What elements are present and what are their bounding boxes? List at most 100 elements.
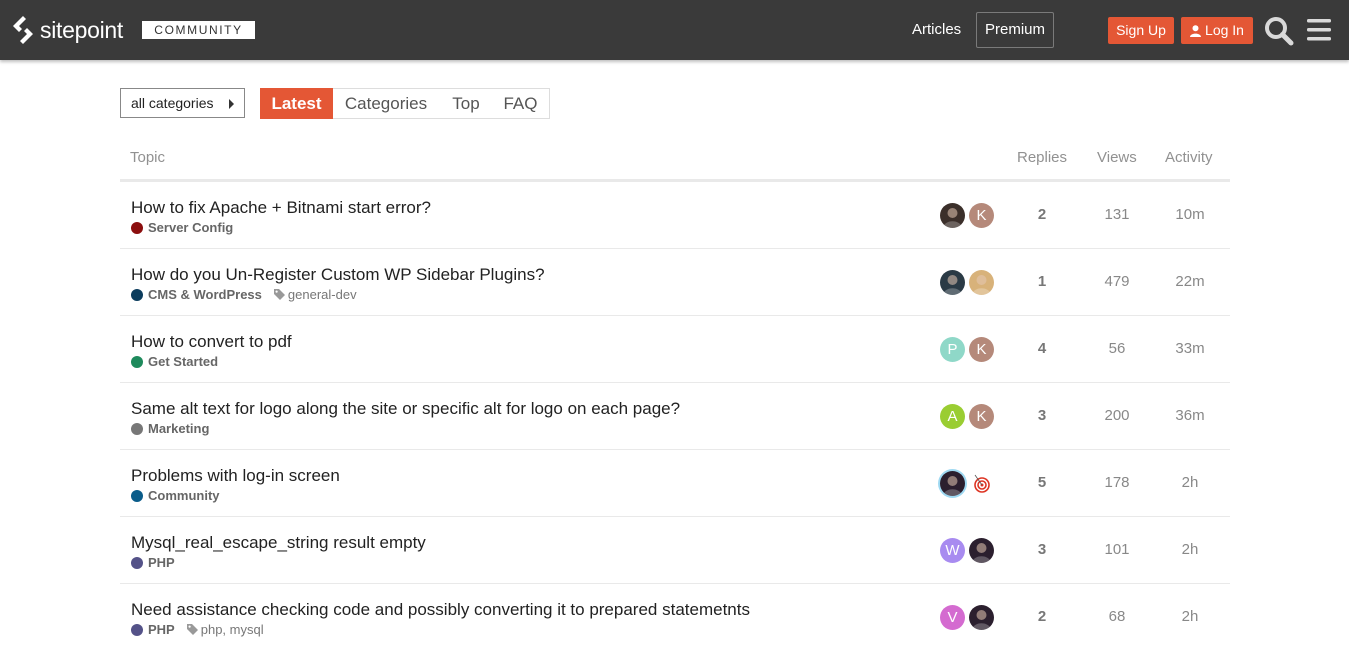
search-icon[interactable] bbox=[1264, 16, 1294, 46]
activity-time[interactable]: 36m bbox=[1160, 407, 1220, 424]
replies-count: 3 bbox=[1037, 541, 1047, 558]
poster-avatar[interactable]: W bbox=[940, 538, 965, 563]
avatar-letter: P bbox=[947, 341, 958, 358]
avatar-letter: W bbox=[945, 542, 960, 559]
views-count: 68 bbox=[1108, 608, 1126, 625]
tag-icon bbox=[186, 624, 198, 635]
photo-avatar-icon bbox=[943, 208, 962, 228]
topic-row[interactable]: Same alt text for logo along the site or… bbox=[120, 383, 1230, 450]
target-avatar-icon bbox=[974, 474, 990, 493]
topic-title-link[interactable]: Need assistance checking code and possib… bbox=[131, 600, 750, 620]
topic-row[interactable]: Need assistance checking code and possib… bbox=[120, 584, 1230, 649]
tag-icon bbox=[273, 289, 285, 300]
category-badge[interactable]: Server Config bbox=[148, 220, 233, 235]
topic-meta: Community bbox=[131, 488, 220, 503]
tab-categories[interactable]: Categories bbox=[333, 88, 439, 119]
topic-row[interactable]: Mysql_real_escape_string result empty PHP… bbox=[120, 517, 1230, 584]
activity-time[interactable]: 2h bbox=[1160, 608, 1220, 625]
poster-avatar[interactable]: K bbox=[969, 337, 994, 362]
activity-time[interactable]: 22m bbox=[1160, 273, 1220, 290]
poster-avatar[interactable] bbox=[969, 270, 994, 295]
sitepoint-logo-icon bbox=[13, 16, 33, 44]
topic-tags-label: general-dev bbox=[287, 287, 357, 302]
poster-avatar[interactable]: K bbox=[969, 404, 994, 429]
photo-avatar-icon bbox=[943, 275, 962, 295]
log-in-label: Log In bbox=[1205, 22, 1244, 38]
column-header-views[interactable]: Views bbox=[1097, 149, 1137, 166]
category-badge[interactable]: PHP bbox=[148, 555, 175, 570]
category-badge[interactable]: Community bbox=[148, 488, 220, 503]
views-count: 101 bbox=[1104, 541, 1130, 558]
topic-meta: PHP bbox=[131, 555, 175, 570]
category-dropdown[interactable]: all categories bbox=[120, 88, 245, 118]
hamburger-menu-icon[interactable] bbox=[1307, 18, 1331, 42]
topic-row[interactable]: How to fix Apache + Bitnami start error?… bbox=[120, 182, 1230, 249]
tab-top[interactable]: Top bbox=[439, 88, 493, 119]
photo-avatar-icon bbox=[972, 275, 991, 295]
topic-title-link[interactable]: Mysql_real_escape_string result empty bbox=[131, 533, 426, 553]
views-count: 200 bbox=[1104, 407, 1130, 424]
poster-avatar[interactable]: A bbox=[940, 404, 965, 429]
activity-time[interactable]: 33m bbox=[1160, 340, 1220, 357]
articles-link[interactable]: Articles bbox=[912, 21, 961, 38]
avatar-letter: K bbox=[976, 207, 987, 224]
topic-title-link[interactable]: Problems with log-in screen bbox=[131, 466, 340, 486]
column-header-replies[interactable]: Replies bbox=[1017, 149, 1067, 166]
topic-tags[interactable]: general-dev bbox=[273, 287, 357, 302]
avatar-letter: A bbox=[947, 408, 958, 425]
poster-avatar[interactable]: P bbox=[940, 337, 965, 362]
topic-title-link[interactable]: How do you Un-Register Custom WP Sidebar… bbox=[131, 265, 545, 285]
replies-count: 2 bbox=[1037, 608, 1047, 625]
views-count: 178 bbox=[1104, 474, 1130, 491]
replies-count: 5 bbox=[1037, 474, 1047, 491]
sign-up-button[interactable]: Sign Up bbox=[1108, 17, 1174, 44]
category-badge[interactable]: Marketing bbox=[148, 421, 209, 436]
views-count: 56 bbox=[1108, 340, 1126, 357]
category-badge[interactable]: PHP bbox=[148, 622, 175, 637]
tab-latest[interactable]: Latest bbox=[260, 88, 333, 119]
poster-avatar[interactable] bbox=[969, 538, 994, 563]
topic-meta: Server Config bbox=[131, 220, 233, 235]
poster-avatar[interactable] bbox=[940, 471, 965, 496]
replies-count: 3 bbox=[1037, 407, 1047, 424]
poster-avatar[interactable]: V bbox=[940, 605, 965, 630]
poster-avatar[interactable]: K bbox=[969, 203, 994, 228]
views-count: 479 bbox=[1104, 273, 1130, 290]
log-in-button[interactable]: Log In bbox=[1181, 17, 1253, 44]
caret-right-icon bbox=[229, 99, 234, 109]
activity-time[interactable]: 2h bbox=[1160, 541, 1220, 558]
category-color-icon bbox=[131, 355, 143, 368]
topic-tags-label: php, mysql bbox=[200, 622, 264, 637]
topic-nav-tabs: Latest Categories Top FAQ bbox=[260, 88, 550, 119]
replies-count: 1 bbox=[1037, 273, 1047, 290]
topic-row[interactable]: How do you Un-Register Custom WP Sidebar… bbox=[120, 249, 1230, 316]
poster-avatar[interactable] bbox=[940, 270, 965, 295]
poster-avatar[interactable] bbox=[969, 605, 994, 630]
community-badge[interactable]: COMMUNITY bbox=[142, 21, 255, 39]
poster-avatar[interactable] bbox=[969, 471, 994, 496]
topic-meta: PHP php, mysql bbox=[131, 622, 264, 637]
user-icon bbox=[1190, 24, 1202, 37]
replies-count: 2 bbox=[1037, 206, 1047, 223]
topic-meta: CMS & WordPress general-dev bbox=[131, 287, 357, 302]
topic-tags[interactable]: php, mysql bbox=[186, 622, 264, 637]
tab-faq[interactable]: FAQ bbox=[493, 88, 548, 119]
category-dropdown-label: all categories bbox=[131, 95, 214, 111]
column-header-activity[interactable]: Activity bbox=[1165, 149, 1213, 166]
topic-title-link[interactable]: How to fix Apache + Bitnami start error? bbox=[131, 198, 431, 218]
site-header: sitepoint COMMUNITY Articles Premium Sig… bbox=[0, 0, 1349, 60]
poster-avatar[interactable] bbox=[940, 203, 965, 228]
column-header-topic[interactable]: Topic bbox=[130, 149, 165, 166]
topic-row[interactable]: Problems with log-in screen Community 5 178… bbox=[120, 450, 1230, 517]
category-badge[interactable]: Get Started bbox=[148, 354, 218, 369]
category-badge[interactable]: CMS & WordPress bbox=[148, 287, 262, 302]
activity-time[interactable]: 10m bbox=[1160, 206, 1220, 223]
sitepoint-logo[interactable]: sitepoint bbox=[10, 14, 123, 46]
activity-time[interactable]: 2h bbox=[1160, 474, 1220, 491]
topic-row[interactable]: How to convert to pdf Get Started P K 4 56 33m bbox=[120, 316, 1230, 383]
topic-title-link[interactable]: Same alt text for logo along the site or… bbox=[131, 399, 680, 419]
views-count: 131 bbox=[1104, 206, 1130, 223]
premium-button[interactable]: Premium bbox=[976, 12, 1054, 48]
avatar-letter: K bbox=[976, 341, 987, 358]
topic-title-link[interactable]: How to convert to pdf bbox=[131, 332, 292, 352]
